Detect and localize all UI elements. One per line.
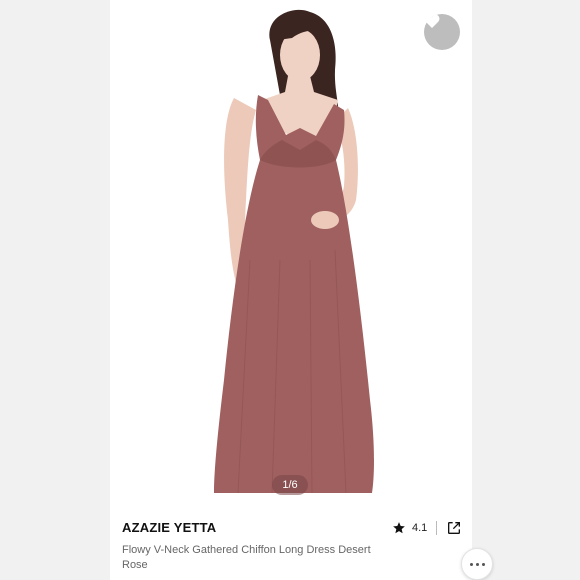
right-background [472,0,580,580]
share-external-icon[interactable] [446,520,462,536]
rating-share-row: 4.1 [392,520,462,536]
star-icon [393,522,405,534]
left-background [0,0,110,580]
product-photo[interactable]: 1/6 [110,0,472,505]
product-brand[interactable]: AZAZIE YETTA [122,520,216,535]
chat-button[interactable] [461,548,493,580]
image-counter-badge: 1/6 [272,475,308,495]
heart-icon [424,14,440,28]
product-card[interactable]: 1/6 AZAZIE YETTA Flowy V-Neck Gathered C… [110,0,472,580]
model-wearing-dress-image [214,9,374,494]
rating-value: 4.1 [412,522,428,534]
favorite-button[interactable] [424,14,460,50]
product-title[interactable]: Flowy V-Neck Gathered Chiffon Long Dress… [122,543,382,573]
divider [436,521,438,535]
chat-bubble-icon [469,562,485,566]
